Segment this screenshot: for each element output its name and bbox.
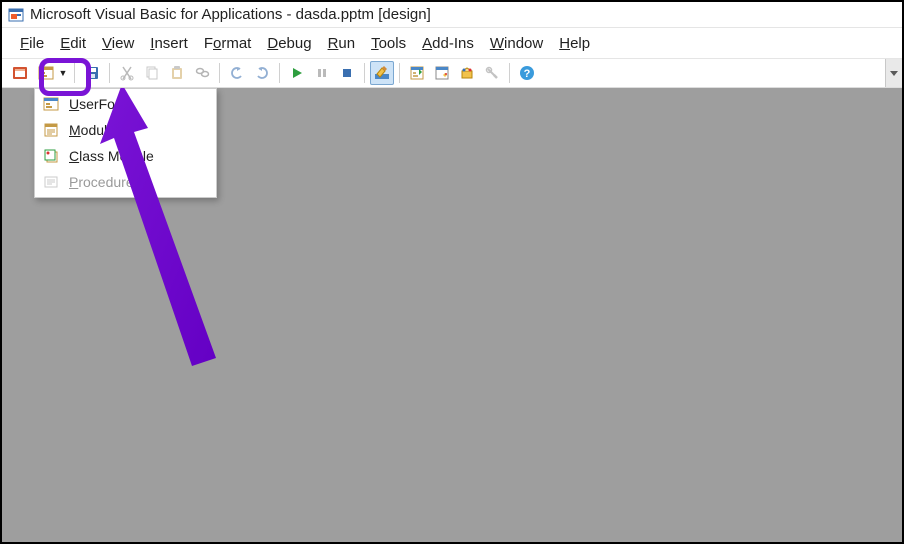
redo-button[interactable] <box>250 61 274 85</box>
menu-format[interactable]: Format <box>196 31 260 56</box>
undo-button[interactable] <box>225 61 249 85</box>
menuitem-label: Class Module <box>69 148 154 164</box>
paste-button[interactable] <box>165 61 189 85</box>
separator <box>74 63 75 83</box>
procedure-icon <box>41 172 61 192</box>
application-window: Microsoft Visual Basic for Applications … <box>0 0 904 544</box>
menu-help[interactable]: Help <box>551 31 598 56</box>
separator <box>509 63 510 83</box>
save-button[interactable] <box>80 61 104 85</box>
userform-icon <box>41 94 61 114</box>
menuitem-procedure: Procedure... <box>35 169 216 195</box>
menu-file[interactable]: File <box>12 31 52 56</box>
help-button[interactable]: ? <box>515 61 539 85</box>
design-mode-button[interactable] <box>370 61 394 85</box>
separator <box>219 63 220 83</box>
window-title: Microsoft Visual Basic for Applications … <box>30 6 431 23</box>
menuitem-label: UserForm <box>69 96 131 112</box>
insert-object-dropdown[interactable]: ▼ <box>33 60 69 86</box>
chevron-down-icon: ▼ <box>58 68 68 78</box>
menu-view[interactable]: View <box>94 31 142 56</box>
app-icon <box>8 7 24 23</box>
toolbar: ▼ <box>2 58 902 88</box>
menu-addins[interactable]: Add-Ins <box>414 31 482 56</box>
module-icon <box>41 120 61 140</box>
svg-text:?: ? <box>524 68 531 80</box>
menu-bar: File Edit View Insert Format Debug Run T… <box>2 28 902 58</box>
menu-edit[interactable]: Edit <box>52 31 94 56</box>
cut-button[interactable] <box>115 61 139 85</box>
reset-button[interactable] <box>335 61 359 85</box>
menuitem-label: Module <box>69 122 115 138</box>
mdi-workspace: UserForm Module Class Module Procedure..… <box>2 88 902 542</box>
separator <box>279 63 280 83</box>
run-button[interactable] <box>285 61 309 85</box>
break-button[interactable] <box>310 61 334 85</box>
menuitem-module[interactable]: Module <box>35 117 216 143</box>
view-powerpoint-button[interactable] <box>8 61 32 85</box>
insert-userform-icon <box>34 61 58 85</box>
toolbox-button[interactable] <box>480 61 504 85</box>
menuitem-userform[interactable]: UserForm <box>35 91 216 117</box>
project-explorer-button[interactable] <box>405 61 429 85</box>
menu-tools[interactable]: Tools <box>363 31 414 56</box>
separator <box>364 63 365 83</box>
separator <box>399 63 400 83</box>
menu-insert[interactable]: Insert <box>142 31 196 56</box>
menuitem-class-module[interactable]: Class Module <box>35 143 216 169</box>
insert-object-menu: UserForm Module Class Module Procedure..… <box>34 88 217 198</box>
menuitem-label: Procedure... <box>69 174 145 190</box>
menu-run[interactable]: Run <box>320 31 364 56</box>
class-module-icon <box>41 146 61 166</box>
properties-window-button[interactable] <box>430 61 454 85</box>
menu-window[interactable]: Window <box>482 31 551 56</box>
toolbar-overflow-button[interactable] <box>885 59 902 87</box>
copy-button[interactable] <box>140 61 164 85</box>
titlebar: Microsoft Visual Basic for Applications … <box>2 2 902 28</box>
object-browser-button[interactable] <box>455 61 479 85</box>
find-button[interactable] <box>190 61 214 85</box>
separator <box>109 63 110 83</box>
menu-debug[interactable]: Debug <box>259 31 319 56</box>
